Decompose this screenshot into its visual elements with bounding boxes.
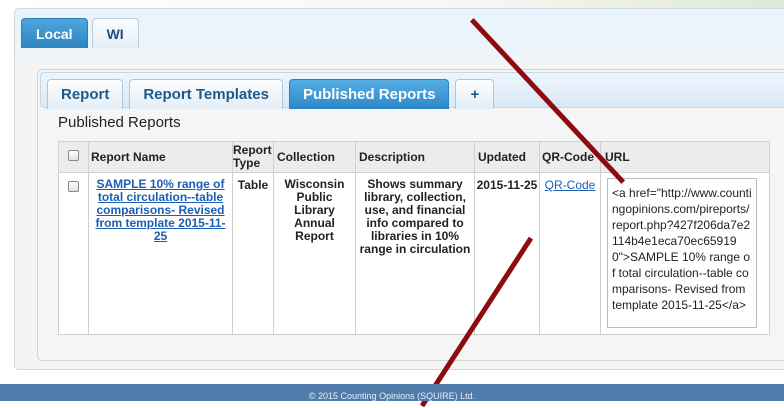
report-type-cell: Table [232, 172, 274, 335]
section-title: Published Reports [58, 114, 181, 131]
select-all-checkbox[interactable] [68, 150, 79, 161]
row-select-cell [58, 172, 89, 335]
collection-cell: Wisconsin Public Library Annual Report [273, 172, 356, 335]
tab-report[interactable]: Report [47, 79, 124, 109]
col-description[interactable]: Description [355, 141, 475, 173]
footer: © 2015 Counting Opinions (SQUIRE) Ltd. [0, 384, 784, 401]
outer-tabs: Local WI [21, 18, 139, 48]
description-cell: Shows summary library, collection, use, … [355, 172, 475, 335]
col-url[interactable]: URL [600, 141, 770, 173]
inner-tabs: Report Report Templates Published Report… [47, 79, 495, 109]
qr-code-link[interactable]: QR-Code [545, 178, 596, 192]
table-row: SAMPLE 10% range of total circulation--t… [58, 172, 770, 335]
col-collection[interactable]: Collection [273, 141, 356, 173]
tab-published-reports[interactable]: Published Reports [288, 79, 450, 109]
inner-tab-bar: Report Report Templates Published Report… [40, 72, 784, 109]
col-updated[interactable]: Updated [474, 141, 540, 173]
row-checkbox[interactable] [68, 181, 79, 192]
tab-wi[interactable]: WI [91, 18, 139, 48]
url-textarea[interactable]: <a href="http://www.countingopinions.com… [607, 178, 757, 328]
tab-report-templates[interactable]: Report Templates [129, 79, 283, 109]
report-name-link[interactable]: SAMPLE 10% range of total circulation--t… [95, 177, 225, 243]
report-name-cell: SAMPLE 10% range of total circulation--t… [88, 172, 233, 335]
table-header-row: Report Name Report Type Collection Descr… [58, 141, 770, 173]
col-report-type[interactable]: Report Type [232, 141, 274, 173]
url-cell: <a href="http://www.countingopinions.com… [600, 172, 770, 335]
select-all-cell [58, 141, 89, 173]
published-reports-table: Report Name Report Type Collection Descr… [58, 141, 770, 335]
col-report-name[interactable]: Report Name [88, 141, 233, 173]
tab-local[interactable]: Local [21, 18, 88, 48]
qr-code-cell: QR-Code [539, 172, 601, 335]
add-tab-button[interactable]: + [455, 79, 495, 109]
